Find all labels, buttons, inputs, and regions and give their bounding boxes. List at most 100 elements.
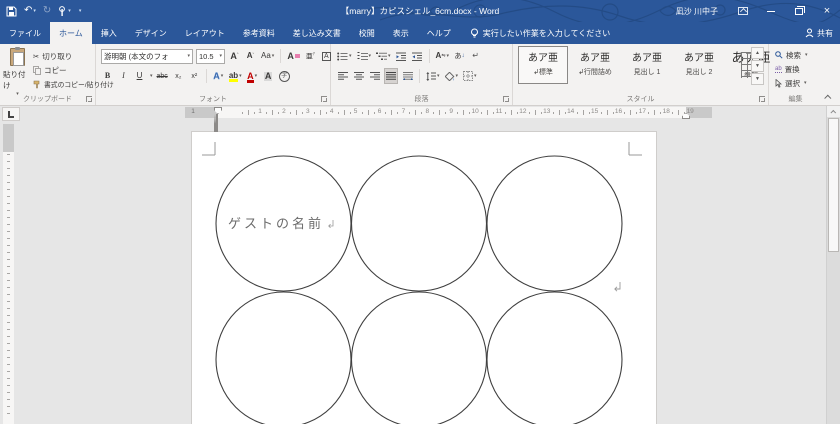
- scrollbar-up-button[interactable]: [827, 106, 840, 117]
- ribbon-tabs: ファイル ホーム 挿入 デザイン レイアウト 参考資料 差し込み文書 校閲 表示 ヘルプ: [0, 22, 460, 44]
- line-spacing-icon: [426, 71, 436, 81]
- multilevel-list-button[interactable]: ▾: [375, 48, 392, 64]
- superscript-button[interactable]: x²: [188, 68, 201, 84]
- style-scroll-down-button[interactable]: ▼: [751, 60, 764, 72]
- style-scroll-up-button[interactable]: ▲: [751, 47, 764, 59]
- touch-mode-button[interactable]: ▾: [58, 5, 71, 17]
- style-gallery-more-button[interactable]: ▼: [751, 73, 764, 85]
- tell-me-box[interactable]: 実行したい作業を入力してください: [470, 22, 610, 44]
- line-spacing-button[interactable]: ▾: [425, 68, 441, 84]
- ruler-number: 9: [449, 107, 453, 115]
- highlight-color-button[interactable]: ab ▾: [228, 68, 243, 84]
- enclose-characters-button[interactable]: 字: [278, 68, 291, 84]
- italic-button[interactable]: I: [117, 68, 130, 84]
- tab-file[interactable]: ファイル: [0, 22, 50, 44]
- word-window: ↶ ▾ ↻ ▾ ▾ 【marry】カピスシェル_6cm.docx - Word 凪…: [0, 0, 840, 424]
- increase-indent-button[interactable]: [411, 48, 424, 64]
- tab-design[interactable]: デザイン: [126, 22, 176, 44]
- circle-shape-2[interactable]: [350, 155, 488, 292]
- tab-help[interactable]: ヘルプ: [418, 22, 460, 44]
- ruler-tick: [415, 110, 417, 115]
- numbering-button[interactable]: ▾: [356, 48, 373, 64]
- minimize-button[interactable]: [764, 4, 778, 18]
- tab-mailings[interactable]: 差し込み文書: [284, 22, 350, 44]
- circle-shape-6[interactable]: [486, 291, 623, 424]
- ruler-tick: [630, 110, 632, 115]
- user-name[interactable]: 凪沙 川中子: [676, 6, 718, 17]
- justify-button[interactable]: [384, 68, 398, 84]
- customize-qat-button[interactable]: ▾: [78, 8, 82, 14]
- share-button[interactable]: 共有: [805, 22, 833, 44]
- circle-shape-5[interactable]: [350, 291, 488, 424]
- phonetic-guide-button[interactable]: 亜ｱ: [304, 48, 317, 64]
- style-item-標準[interactable]: あア亜 ↲標準: [518, 46, 568, 84]
- borders-button[interactable]: ▾: [462, 68, 478, 84]
- dropdown-caret-icon[interactable]: ▾: [150, 73, 153, 79]
- vertical-scrollbar[interactable]: [826, 106, 840, 424]
- guest-name-text[interactable]: ゲストの名前: [228, 216, 324, 231]
- font-size-combo[interactable]: 10.5 ▾: [196, 48, 225, 64]
- font-dialog-launcher[interactable]: [321, 96, 327, 102]
- document-page[interactable]: ゲストの名前: [192, 132, 656, 424]
- tab-home[interactable]: ホーム: [50, 22, 92, 44]
- shrink-font-button[interactable]: Aˇ: [244, 48, 257, 64]
- font-name-combo[interactable]: 游明朝 (本文のフォ ▾: [101, 48, 193, 64]
- sort-button[interactable]: あ ↓: [453, 48, 466, 64]
- circle-shape-4[interactable]: [215, 291, 352, 424]
- style-item-見出し2[interactable]: あア亜 見出し 2: [674, 46, 724, 84]
- collapse-ribbon-button[interactable]: [821, 92, 835, 102]
- restore-button[interactable]: [792, 4, 806, 18]
- align-right-button[interactable]: [368, 68, 381, 84]
- distribute-icon: [402, 72, 413, 80]
- style-item-行間詰め[interactable]: あア亜 ↲行間詰め: [570, 46, 620, 84]
- shading-button[interactable]: ▾: [444, 68, 460, 84]
- align-right-icon: [369, 72, 380, 80]
- circle-shape-3[interactable]: [486, 155, 623, 292]
- paste-button[interactable]: 貼り付け ▾: [3, 46, 31, 98]
- dropdown-caret-icon[interactable]: ▾: [33, 8, 36, 14]
- bold-button[interactable]: B: [101, 68, 114, 84]
- tab-review[interactable]: 校閲: [350, 22, 384, 44]
- character-shading-button[interactable]: A: [262, 68, 275, 84]
- show-formatting-marks-button[interactable]: ↵: [469, 48, 482, 64]
- tab-stop-selector[interactable]: [2, 107, 20, 121]
- style-preview: あア亜: [684, 53, 714, 64]
- select-button[interactable]: 選択 ▾: [775, 77, 807, 90]
- underline-button[interactable]: U: [133, 68, 146, 84]
- scrollbar-thumb[interactable]: [828, 118, 839, 252]
- decrease-indent-button[interactable]: [395, 48, 408, 64]
- paragraph-dialog-launcher[interactable]: [503, 96, 509, 102]
- vertical-ruler[interactable]: [3, 124, 14, 424]
- tab-references[interactable]: 参考資料: [234, 22, 284, 44]
- styles-dialog-launcher[interactable]: [759, 96, 765, 102]
- bullets-button[interactable]: ▾: [336, 48, 353, 64]
- clipboard-dialog-launcher[interactable]: [86, 96, 92, 102]
- tab-insert[interactable]: 挿入: [92, 22, 126, 44]
- strikethrough-button[interactable]: abc: [156, 68, 169, 84]
- close-button[interactable]: ×: [820, 4, 834, 18]
- change-case-button[interactable]: Aa ▾: [260, 48, 275, 64]
- ribbon-display-options-button[interactable]: [736, 4, 750, 18]
- save-icon[interactable]: [6, 6, 17, 17]
- text-effects-button[interactable]: A ▾: [212, 68, 225, 84]
- ruler-dot: [361, 112, 363, 114]
- asian-layout-button[interactable]: A ⇋ ▾: [435, 48, 451, 64]
- end-paragraph-mark-icon: [614, 282, 621, 292]
- ruler-dot: [325, 112, 327, 114]
- clear-formatting-button[interactable]: A: [286, 48, 301, 64]
- undo-button[interactable]: ↶ ▾: [24, 6, 36, 16]
- dropdown-caret-icon[interactable]: ▾: [68, 8, 71, 14]
- circle-shapes[interactable]: [215, 155, 623, 424]
- margin-corner-mark-top-right: [628, 142, 642, 156]
- style-item-見出し1[interactable]: あア亜 見出し 1: [622, 46, 672, 84]
- distribute-button[interactable]: [401, 68, 414, 84]
- subscript-button[interactable]: x₂: [172, 68, 185, 84]
- left-indent-marker[interactable]: [214, 113, 222, 132]
- font-color-button[interactable]: A ▾: [246, 68, 259, 84]
- align-left-button[interactable]: [336, 68, 349, 84]
- grow-font-button[interactable]: Aˆ: [228, 48, 241, 64]
- align-center-button[interactable]: [352, 68, 365, 84]
- horizontal-ruler[interactable]: 1 2 3 4 5 6 7 8 9 10 11 12 13 14 15 16 17 18 19 1: [185, 107, 712, 132]
- tab-view[interactable]: 表示: [384, 22, 418, 44]
- tab-layout[interactable]: レイアウト: [176, 22, 234, 44]
